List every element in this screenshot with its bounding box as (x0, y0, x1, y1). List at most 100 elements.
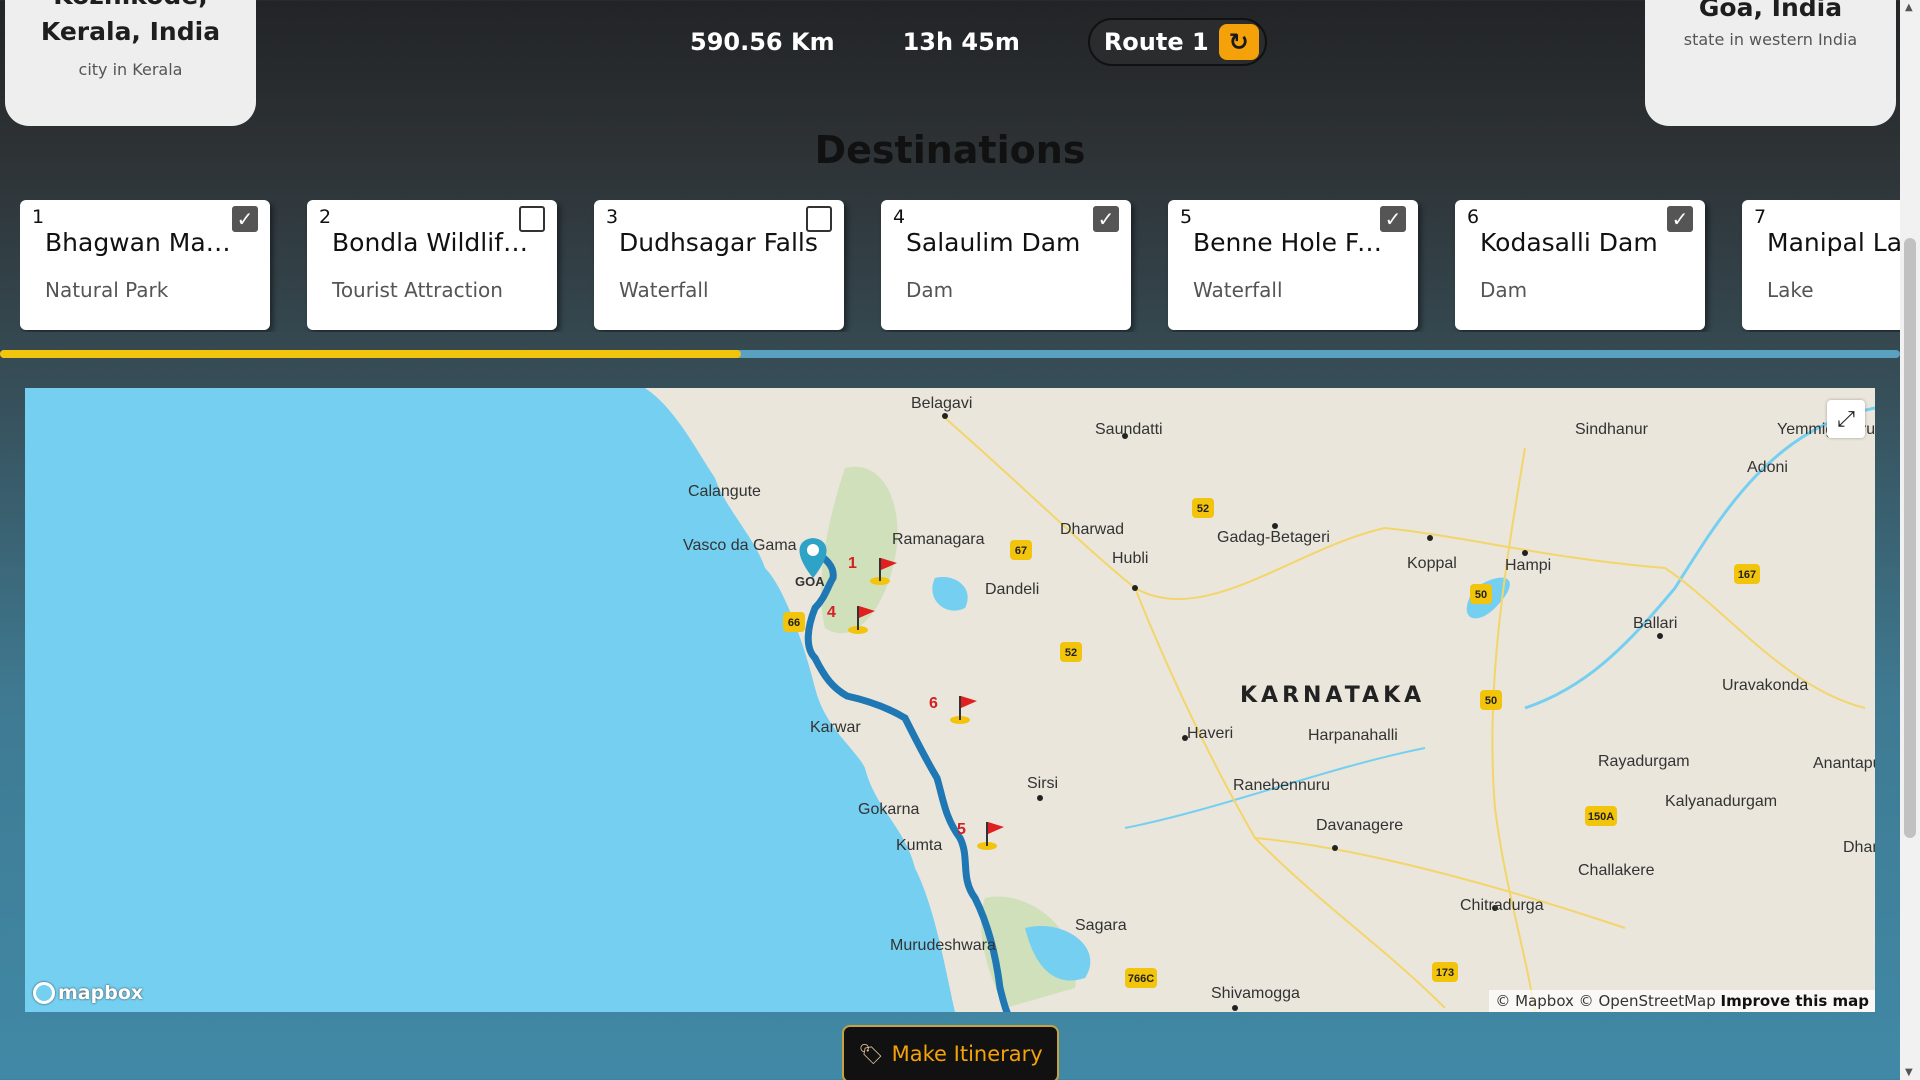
duration-value: 13h 45m (902, 28, 1020, 56)
destination-title: Goa, India (1698, 0, 1843, 22)
distance-value: 590.56 Km (690, 28, 835, 56)
place-label: Hampi (1505, 557, 1551, 574)
place-label: Rayadurgam (1598, 753, 1690, 770)
place-label: Shivamogga (1211, 985, 1300, 1002)
place-label: Sirsi (1027, 775, 1058, 792)
place-label: Gokarna (858, 801, 919, 818)
svg-text:52: 52 (1197, 503, 1209, 515)
place-label: Ramanagara (892, 531, 985, 548)
place-label: Adoni (1747, 459, 1788, 476)
destination-name: Bhagwan Mahaveer Sanctuary (45, 228, 245, 257)
route-selector[interactable]: Route 1 ↻ (1087, 18, 1267, 66)
destination-number: 6 (1467, 206, 1480, 228)
route-label: Route 1 (1103, 28, 1209, 56)
road (1254, 837, 1626, 929)
destination-name: Bondla Wildlife Sanctuary (332, 228, 532, 257)
place-label: Challakere (1578, 862, 1655, 879)
place-label: Kumta (896, 837, 942, 854)
place-label: Uravakonda (1722, 677, 1808, 694)
place-dot (1657, 633, 1663, 639)
place-label: Dandeli (985, 581, 1039, 598)
place-label: Murudeshwara (890, 937, 996, 954)
destination-number: 2 (319, 206, 332, 228)
destination-card[interactable]: 4 ✓ Salaulim Dam Dam (881, 200, 1131, 330)
destination-card[interactable]: 6 ✓ Kodasalli Dam Dam (1455, 200, 1705, 330)
destination-card[interactable]: 3 Dudhsagar Falls Waterfall (594, 200, 844, 330)
highway-shield: 52 (1192, 498, 1214, 518)
scroll-up-icon[interactable]: ▲ (1905, 2, 1913, 13)
road (1491, 447, 1536, 1012)
place-label: Ranebennuru (1233, 777, 1330, 794)
make-itinerary-button[interactable]: 🏷 Make Itinerary (842, 1025, 1059, 1080)
sea-area (25, 388, 955, 1012)
map-attribution[interactable]: © Mapbox © OpenStreetMap Improve this ma… (1489, 990, 1875, 1012)
place-label: Hubli (1112, 550, 1148, 567)
destination-name: Salaulim Dam (906, 228, 1081, 257)
place-dot (1427, 535, 1433, 541)
destination-card[interactable]: 1✓Bhagwan Mahaveer SanctuaryNatural Park (20, 200, 270, 330)
svg-text:173: 173 (1436, 967, 1454, 979)
place-label: Koppal (1407, 555, 1457, 572)
scrollbar-thumb[interactable] (1904, 238, 1916, 838)
scroll-down-icon[interactable]: ▼ (1905, 1067, 1913, 1078)
origin-card[interactable]: Kozhikode, Kerala, India city in Kerala (5, 0, 256, 126)
map-view[interactable]: Belagavi Saundatti Sindhanur Yemmiganuru… (25, 388, 1875, 1012)
destination-number: 3 (606, 206, 619, 228)
highway-shield: 67 (1010, 540, 1032, 560)
road (1134, 587, 1446, 1009)
origin-title: Kozhikode, Kerala, India (40, 0, 221, 46)
place-label: Karwar (810, 719, 861, 736)
place-label: Sindhanur (1575, 421, 1649, 438)
make-itinerary-label: Make Itinerary (891, 1042, 1043, 1066)
place-label: Ballari (1633, 615, 1677, 632)
svg-text:5: 5 (957, 821, 966, 838)
destination-category: Dam (1480, 278, 1528, 302)
fullscreen-icon[interactable]: ⤢ (1827, 400, 1865, 438)
destination-number: 1 (32, 206, 45, 228)
route-stats: 590.56 Km 13h 45m Route 1 ↻ (690, 18, 1267, 66)
destination-subtitle: state in western India (1683, 30, 1858, 49)
svg-text:50: 50 (1475, 589, 1487, 601)
destination-name: Dudhsagar Falls (619, 228, 818, 257)
page-scrollbar[interactable]: ▲ ▼ (1900, 0, 1920, 1080)
region-label: KARNATAKA (1240, 683, 1425, 708)
reservoir (932, 577, 968, 611)
destination-card[interactable]: 2Bondla Wildlife Sanctuary Tourist Attrac… (307, 200, 557, 330)
improve-map-link[interactable]: Improve this map (1721, 992, 1869, 1010)
map-marker-flag[interactable]: 6 (929, 695, 977, 724)
place-label: Calangute (688, 483, 761, 500)
road (944, 417, 1386, 600)
svg-text:4: 4 (827, 604, 836, 621)
svg-text:167: 167 (1738, 569, 1756, 581)
highway-shield: 50 (1480, 690, 1502, 710)
scroll-progress-bar (0, 350, 1900, 358)
map-canvas[interactable]: Belagavi Saundatti Sindhanur Yemmiganuru… (25, 388, 1875, 1012)
svg-text:150A: 150A (1588, 811, 1614, 823)
place-dot (1037, 795, 1043, 801)
destinations-strip[interactable]: 1✓Bhagwan Mahaveer SanctuaryNatural Park… (20, 200, 1900, 332)
attribution-text[interactable]: © Mapbox © OpenStreetMap (1495, 992, 1715, 1010)
svg-text:1: 1 (848, 555, 857, 572)
highway-shield: 52 (1060, 642, 1082, 662)
destination-category: Tourist Attraction (332, 278, 503, 302)
highway-shield: 167 (1734, 564, 1760, 584)
destination-name: Manipal Lake (1767, 228, 1900, 257)
place-dot (1522, 550, 1528, 556)
place-label: Sagara (1075, 917, 1127, 934)
svg-text:52: 52 (1065, 647, 1077, 659)
place-label: Anantapur (1813, 755, 1875, 772)
destination-card[interactable]: Goa, India state in western India (1645, 0, 1896, 126)
destination-card[interactable]: 5 ✓ Benne Hole Falls Waterfall (1168, 200, 1418, 330)
svg-text:766C: 766C (1128, 973, 1154, 985)
place-label: Davanagere (1316, 817, 1403, 834)
highway-shield: 50 (1470, 584, 1492, 604)
mapbox-logo[interactable]: mapbox (33, 982, 143, 1004)
destination-name: Benne Hole Falls (1193, 228, 1393, 257)
refresh-icon[interactable]: ↻ (1218, 24, 1259, 60)
scroll-progress-fill (0, 350, 741, 358)
destination-category: Waterfall (619, 278, 709, 302)
destination-category: Natural Park (45, 278, 169, 302)
destination-name: Kodasalli Dam (1480, 228, 1658, 257)
destination-card[interactable]: 7Manipal Lake Lake (1742, 200, 1900, 330)
highway-shield: 150A (1585, 806, 1617, 826)
